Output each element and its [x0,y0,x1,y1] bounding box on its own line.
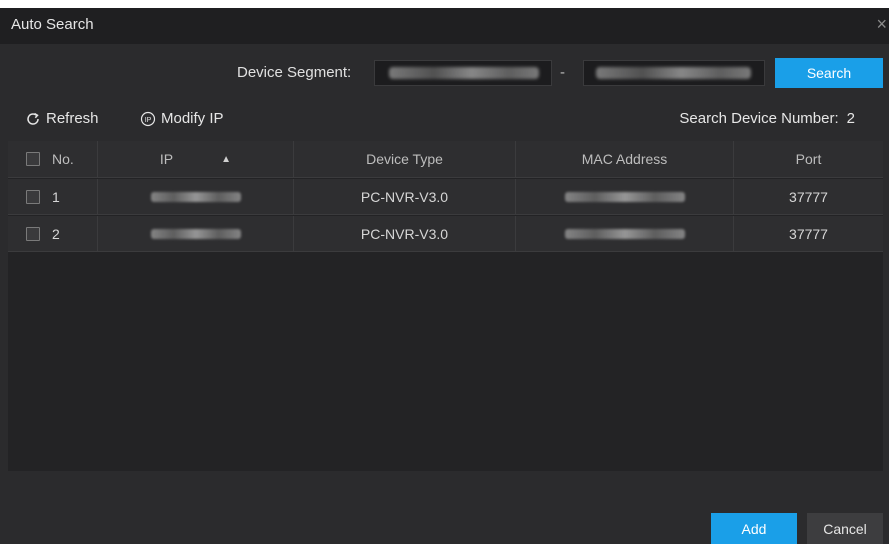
title-bar: Auto Search × [0,8,889,44]
segment-separator: - [560,64,565,81]
cell-device-type: PC-NVR-V3.0 [294,179,516,214]
modify-ip-button[interactable]: IP Modify IP [140,110,224,127]
segment-end-ip-input[interactable] [583,60,765,86]
device-segment-row: Device Segment: - Search [8,50,883,94]
redacted-ip-blur [150,191,241,202]
cell-device-type-value: PC-NVR-V3.0 [360,225,449,242]
device-segment-label: Device Segment: [237,64,352,81]
cell-no-value: 1 [52,188,60,205]
redacted-mac-blur [564,228,685,239]
refresh-label: Refresh [46,110,99,127]
header-device-type-label: Device Type [366,151,443,167]
device-count: Search Device Number: 2 [679,110,855,127]
segment-start-ip-input[interactable] [374,60,552,86]
cell-no: 1 [8,179,98,214]
cell-port-value: 37777 [789,188,828,205]
redacted-ip-blur [596,67,751,79]
cell-device-type-value: PC-NVR-V3.0 [360,188,449,205]
header-no-label: No. [52,151,74,167]
cell-ip [98,216,294,251]
header-mac-label: MAC Address [581,151,668,167]
row-checkbox[interactable] [26,226,40,241]
cell-ip [98,179,294,214]
device-count-label: Search Device Number: [679,110,839,127]
add-button[interactable]: Add [711,513,797,544]
table-row[interactable]: 1 PC-NVR-V3.0 37777 [8,179,883,215]
header-port[interactable]: Port [734,141,883,177]
refresh-icon [27,112,39,125]
header-no: No. [8,141,98,177]
header-device-type[interactable]: Device Type [294,141,516,177]
header-port-label: Port [795,151,822,167]
select-all-checkbox[interactable] [26,152,40,166]
close-icon[interactable]: × [876,14,887,35]
modify-ip-label: Modify IP [161,110,224,127]
redacted-mac-blur [564,191,685,202]
cell-port: 37777 [734,179,883,214]
search-button[interactable]: Search [775,58,883,88]
cancel-button[interactable]: Cancel [807,513,883,544]
table-header: No. IP ▲ Device Type MAC Address Port [8,141,883,178]
refresh-button[interactable]: Refresh [25,110,99,127]
device-table: No. IP ▲ Device Type MAC Address Port 1 [8,141,883,471]
redacted-ip-blur [389,67,539,79]
cell-no-value: 2 [52,225,60,242]
cell-mac-address [516,179,734,214]
toolbar: Refresh IP Modify IP Search Device Numbe… [8,104,883,134]
cell-device-type: PC-NVR-V3.0 [294,216,516,251]
header-ip-label: IP [159,151,174,167]
cell-no: 2 [8,216,98,251]
cell-port-value: 37777 [789,225,828,242]
cell-port: 37777 [734,216,883,251]
table-row[interactable]: 2 PC-NVR-V3.0 37777 [8,216,883,252]
auto-search-dialog: Auto Search × Device Segment: - Search R… [0,0,889,544]
device-count-value: 2 [846,110,855,127]
dialog-title: Auto Search [11,16,94,33]
cell-mac-address [516,216,734,251]
top-strip [0,0,889,8]
sort-ascending-icon: ▲ [221,153,232,165]
ip-icon: IP [140,111,156,126]
header-ip[interactable]: IP ▲ [98,141,294,177]
svg-text:IP: IP [145,116,152,123]
redacted-ip-blur [150,228,241,239]
header-mac-address[interactable]: MAC Address [516,141,734,177]
row-checkbox[interactable] [26,189,40,204]
